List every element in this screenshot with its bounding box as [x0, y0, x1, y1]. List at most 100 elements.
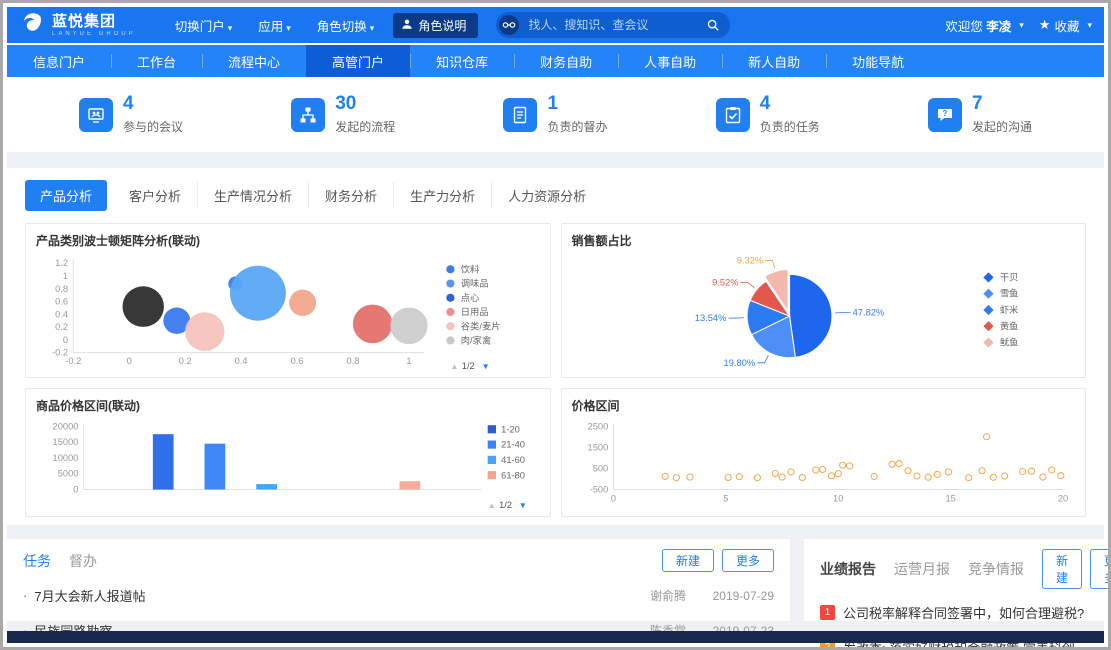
analysis-card: 产品分析客户分析生产情况分析财务分析生产力分析人力资源分析 产品类别波士顿矩阵分… — [7, 168, 1104, 525]
search-box[interactable] — [496, 12, 730, 38]
stat-3[interactable]: 4负责的任务 — [716, 94, 820, 135]
chevron-down-icon[interactable]: ▾ — [1019, 20, 1024, 31]
task-new-button[interactable]: 新建 — [662, 549, 714, 572]
search-input[interactable] — [526, 17, 706, 33]
report-more-button[interactable]: 更多 — [1090, 549, 1111, 589]
chart-2-bar[interactable]: 050001000015000200001-2021-4041-6061-80▲… — [36, 416, 540, 514]
svg-text:▲: ▲ — [450, 362, 458, 371]
nav-item-2[interactable]: 流程中心 — [202, 45, 306, 77]
svg-text:日用品: 日用品 — [461, 307, 489, 317]
report-tab-2[interactable]: 竞争情报 — [968, 559, 1024, 579]
stat-label: 发起的沟通 — [972, 118, 1032, 135]
report-new-button[interactable]: 新建 — [1042, 549, 1082, 589]
role-badge-label: 角色说明 — [418, 17, 466, 34]
svg-text:47.82%: 47.82% — [852, 308, 884, 318]
svg-text:0.2: 0.2 — [55, 322, 68, 332]
topbar-menu-0[interactable]: 切换门户▾ — [175, 16, 233, 35]
svg-text:0: 0 — [63, 335, 68, 345]
svg-text:1/2: 1/2 — [499, 500, 512, 510]
star-icon: ★ — [1039, 17, 1051, 33]
svg-text:▼: ▼ — [519, 501, 527, 510]
svg-text:1/2: 1/2 — [462, 361, 475, 371]
flow-icon — [291, 98, 325, 132]
reports-card: 业绩报告运营月报竞争情报 新建 更多 1公司税率解释合同签署中，如何合理避税?2… — [804, 539, 1104, 621]
tab-0[interactable]: 产品分析 — [25, 180, 107, 211]
topbar-menu-2[interactable]: 角色切换▾ — [317, 16, 375, 35]
chart-3-scatter[interactable]: -5005001500250005101520 — [572, 416, 1076, 514]
nav-item-6[interactable]: 人事自助 — [618, 45, 722, 77]
task-row[interactable]: · 7月大会新人报道帖谢俞腾 2019-07-29 — [23, 578, 774, 613]
stat-value: 4 — [760, 94, 820, 113]
user-name[interactable]: 李凌 — [986, 20, 1011, 34]
chart-title: 商品价格区间(联动) — [36, 397, 540, 414]
nav-item-3[interactable]: 高管门户 — [306, 45, 410, 77]
topbar-menus: 切换门户▾ 应用▾ 角色切换▾ — [162, 16, 388, 35]
task-tabs: 任务督办 — [23, 551, 115, 571]
svg-text:1: 1 — [406, 356, 411, 366]
bullet-icon: · — [23, 588, 27, 603]
task-tab-0[interactable]: 任务 — [23, 551, 51, 571]
stat-0[interactable]: 4参与的会议 — [79, 94, 183, 135]
task-more-button[interactable]: 更多 — [722, 549, 774, 572]
brand-subtitle: LANYUE GROUP — [52, 31, 136, 37]
svg-text:15: 15 — [945, 494, 955, 504]
chart-panel-2: 商品价格区间(联动) 050001000015000200001-2021-404… — [25, 388, 551, 517]
chevron-down-icon: ▾ — [370, 23, 375, 33]
stat-value: 30 — [335, 94, 395, 113]
report-row[interactable]: 1公司税率解释合同签署中，如何合理避税? — [820, 595, 1088, 630]
favorite[interactable]: ★收藏 — [1039, 16, 1080, 35]
report-title: 公司税率解释合同签署中，如何合理避税? — [843, 603, 1088, 622]
tab-4[interactable]: 生产力分析 — [394, 182, 492, 209]
app-window: 蓝悦集团 LANYUE GROUP 切换门户▾ 应用▾ 角色切换▾ 角色说明 — [0, 0, 1111, 650]
tab-1[interactable]: 客户分析 — [113, 182, 198, 209]
tab-5[interactable]: 人力资源分析 — [492, 182, 602, 209]
chart-1-pie[interactable]: 47.82%19.80%13.54%9.52%9.32%干贝雪鱼虾米黄鱼鱿鱼 — [572, 251, 1076, 375]
svg-text:1: 1 — [63, 271, 68, 281]
svg-text:0.6: 0.6 — [291, 356, 304, 366]
bottom-row: 任务督办 新建 更多 ·7月大会新人报道帖谢俞腾2019-07-29·民族园路勘… — [7, 539, 1104, 621]
chart-0-scatter[interactable]: -0.200.20.40.60.811.2-0.200.20.40.60.81饮… — [36, 251, 540, 375]
chevron-down-icon[interactable]: ▾ — [1087, 20, 1092, 31]
chart-panel-1: 销售额占比47.82%19.80%13.54%9.52%9.32%干贝雪鱼虾米黄… — [561, 223, 1087, 378]
logo-icon — [19, 10, 45, 41]
task-tab-1[interactable]: 督办 — [69, 551, 97, 571]
main-nav: 信息门户工作台流程中心高管门户知识仓库财务自助人事自助新人自助功能导航 — [7, 45, 1104, 77]
svg-text:20000: 20000 — [53, 421, 79, 431]
svg-text:0.4: 0.4 — [55, 309, 68, 319]
svg-text:0: 0 — [610, 494, 615, 504]
task-author: 谢俞腾 — [650, 587, 686, 604]
svg-text:61-80: 61-80 — [501, 470, 525, 480]
stat-2[interactable]: 1负责的督办 — [503, 94, 607, 135]
topbar-menu-1[interactable]: 应用▾ — [258, 16, 291, 35]
report-tab-1[interactable]: 运营月报 — [894, 559, 950, 579]
svg-text:0.6: 0.6 — [55, 297, 68, 307]
nav-item-5[interactable]: 财务自助 — [514, 45, 618, 77]
report-tab-0[interactable]: 业绩报告 — [820, 559, 876, 579]
svg-text:2500: 2500 — [587, 421, 608, 431]
stat-1[interactable]: 30 发起的流程 — [291, 94, 395, 135]
svg-text:21-40: 21-40 — [501, 440, 525, 450]
role-badge[interactable]: 角色说明 — [393, 13, 478, 38]
stat-4[interactable]: ?7发起的沟通 — [928, 94, 1032, 135]
task-title: 7月大会新人报道帖 — [34, 586, 650, 605]
stat-label: 发起的流程 — [335, 118, 395, 135]
svg-text:500: 500 — [592, 464, 608, 474]
nav-item-0[interactable]: 信息门户 — [7, 45, 111, 77]
search-icon[interactable] — [706, 18, 720, 32]
topbar-right: 欢迎您 李凌 ▾ ★收藏 ▾ — [945, 16, 1092, 35]
nav-item-7[interactable]: 新人自助 — [722, 45, 826, 77]
svg-text:鱿鱼: 鱿鱼 — [999, 337, 1018, 348]
tab-2[interactable]: 生产情况分析 — [198, 182, 309, 209]
brand[interactable]: 蓝悦集团 LANYUE GROUP — [19, 10, 136, 41]
analysis-tabs: 产品分析客户分析生产情况分析财务分析生产力分析人力资源分析 — [25, 180, 1086, 211]
nav-item-4[interactable]: 知识仓库 — [410, 45, 514, 77]
task-date: 2019-07-29 — [700, 589, 774, 603]
stat-value: 1 — [547, 94, 607, 113]
svg-text:-0.2: -0.2 — [65, 356, 81, 366]
svg-text:雪鱼: 雪鱼 — [999, 288, 1018, 299]
chevron-down-icon: ▾ — [286, 23, 291, 33]
svg-text:1.2: 1.2 — [55, 258, 68, 268]
tab-3[interactable]: 财务分析 — [309, 182, 394, 209]
nav-item-8[interactable]: 功能导航 — [826, 45, 930, 77]
nav-item-1[interactable]: 工作台 — [111, 45, 202, 77]
